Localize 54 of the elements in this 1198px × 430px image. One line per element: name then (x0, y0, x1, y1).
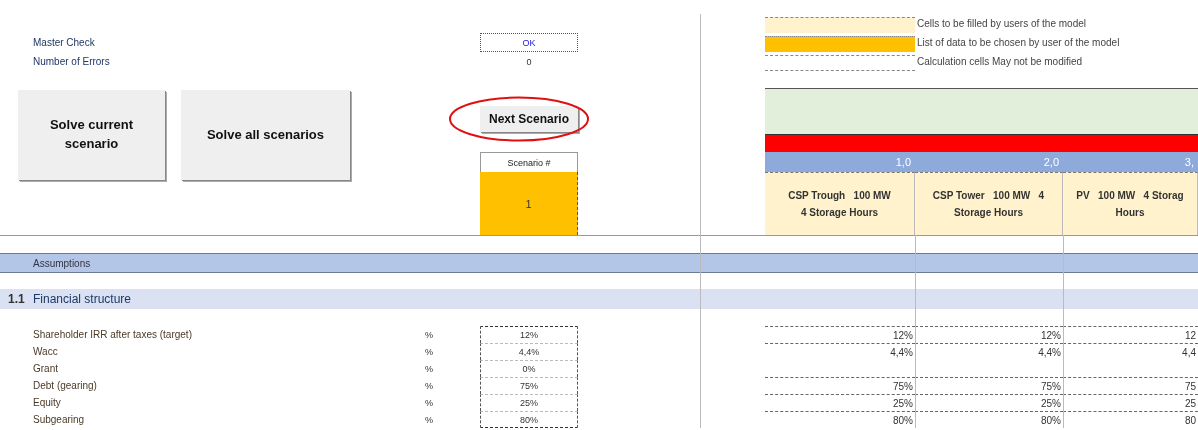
solve-button[interactable]: Solve all scenarios (181, 90, 350, 180)
value-cell: 4,4 (1063, 343, 1198, 360)
value-cell: 80% (765, 411, 915, 428)
input-cell[interactable]: 75% (480, 377, 578, 394)
legend-text: List of data to be chosen by user of the model (916, 36, 1121, 50)
value-cell: 12% (765, 326, 915, 343)
input-cell[interactable]: 12% (480, 326, 578, 343)
row-label: Grant (32, 362, 59, 376)
scenario-name: CSP Trough 100 MW 4 Storage Hours (765, 172, 915, 235)
value-cell: 75% (915, 377, 1063, 394)
value-cell: 12% (915, 326, 1063, 343)
unit-cell-text: % (424, 328, 434, 342)
input-cell[interactable]: 80% (480, 411, 578, 428)
scenario-name: CSP Tower 100 MW 4 Storage Hours (915, 172, 1063, 235)
check-label: Master Check (32, 36, 96, 50)
unit-cell-text: % (424, 345, 434, 359)
section-number: 1.1 (7, 292, 26, 306)
check-label: Number of Errors (32, 55, 111, 69)
solve-button[interactable]: Solve current scenario (18, 90, 165, 180)
value-cell: 25% (765, 394, 915, 411)
row-label: Wacc (32, 345, 59, 359)
legend-text: Calculation cells May not be modified (916, 55, 1084, 69)
value-cell: 80% (915, 411, 1063, 428)
scenario-number: 3, (1183, 155, 1195, 170)
unit-cell-text: % (424, 379, 434, 393)
value-cell: 4,4% (915, 343, 1063, 360)
scenario-number: 2,0 (1042, 155, 1060, 170)
row-label: Shareholder IRR after taxes (target) (32, 328, 193, 342)
value-cell: 80 (1063, 411, 1198, 428)
section-band: Assumptions (0, 253, 1198, 273)
status-cell: OK (480, 33, 578, 52)
input-cell[interactable]: 0% (480, 360, 578, 377)
row-label: Debt (gearing) (32, 379, 98, 393)
value-cell: 75 (1063, 377, 1198, 394)
section-title: Financial structure (33, 292, 132, 306)
legend-text: Cells to be filled by users of the model (916, 17, 1087, 31)
row-label: Subgearing (32, 413, 86, 427)
value-cell: 25% (915, 394, 1063, 411)
input-cell[interactable]: 4,4% (480, 343, 578, 360)
scenario-label: Scenario # (480, 152, 578, 172)
value-cell: 25 (1063, 394, 1198, 411)
input-cell[interactable]: 25% (480, 394, 578, 411)
count-cell-text: 0 (525, 55, 533, 69)
scenario-dropdown[interactable]: 1 (480, 172, 578, 235)
unit-cell-text: % (424, 396, 434, 410)
scenario-number: 1,0 (894, 155, 912, 170)
value-cell: 4,4% (765, 343, 915, 360)
unit-cell-text: % (424, 362, 434, 376)
value-cell: 12 (1063, 326, 1198, 343)
value-cell: 75% (765, 377, 915, 394)
scenario-name: PV 100 MW 4 Storag Hours (1063, 172, 1198, 235)
next-scenario-button[interactable]: Next Scenario (480, 106, 578, 132)
row-label: Equity (32, 396, 62, 410)
unit-cell-text: % (424, 413, 434, 427)
